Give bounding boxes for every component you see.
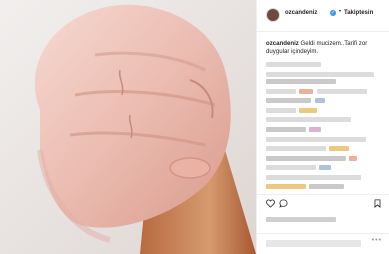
caption: ozcandeniz Geldi mucizem..Tarifi zor duy… xyxy=(266,40,384,56)
blurred-text xyxy=(266,165,316,170)
blurred-text xyxy=(266,127,306,132)
bookmark-icon[interactable] xyxy=(373,199,382,208)
blurred-emoji xyxy=(315,98,325,103)
comment-bar: ••• xyxy=(257,233,389,254)
blurred-text xyxy=(266,89,296,94)
post-photo[interactable] xyxy=(0,0,256,254)
blurred-text xyxy=(266,62,321,67)
blurred-text xyxy=(266,72,374,77)
caption-username[interactable]: ozcandeniz xyxy=(266,40,299,47)
following-status[interactable]: Takiptesin xyxy=(344,10,373,16)
comment-input[interactable] xyxy=(266,240,361,247)
blurred-text xyxy=(266,98,311,103)
blurred-emoji xyxy=(349,156,357,161)
blurred-emoji xyxy=(329,146,349,151)
blurred-emoji xyxy=(299,108,317,113)
blurred-text xyxy=(317,89,367,94)
baby-hand-holding-finger-image xyxy=(0,0,256,254)
blurred-text xyxy=(266,175,361,180)
instagram-post: ozcandeniz ✓ • Takiptesin ozcandeniz Gel… xyxy=(0,0,389,254)
heart-icon[interactable] xyxy=(266,199,275,208)
post-header: ozcandeniz ✓ • Takiptesin xyxy=(257,0,389,32)
username[interactable]: ozcandeniz xyxy=(285,10,317,16)
blurred-likes xyxy=(266,217,336,222)
blurred-text xyxy=(266,108,296,113)
separator-dot: • xyxy=(339,9,342,15)
post-sidebar: ozcandeniz ✓ • Takiptesin ozcandeniz Gel… xyxy=(256,0,389,254)
blurred-text xyxy=(266,137,366,142)
blurred-text xyxy=(266,156,346,161)
verified-badge-icon: ✓ xyxy=(330,10,336,16)
blurred-emoji xyxy=(309,127,321,132)
blurred-emoji xyxy=(299,89,313,94)
blurred-text xyxy=(309,184,344,189)
blurred-text xyxy=(266,117,351,122)
avatar[interactable] xyxy=(266,8,280,22)
comment-icon[interactable] xyxy=(279,199,288,208)
blurred-emoji xyxy=(266,184,306,189)
action-bar xyxy=(257,194,389,209)
blurred-text xyxy=(266,146,326,151)
blurred-emoji xyxy=(319,165,331,170)
blurred-text xyxy=(266,79,336,84)
more-icon[interactable]: ••• xyxy=(372,237,382,244)
